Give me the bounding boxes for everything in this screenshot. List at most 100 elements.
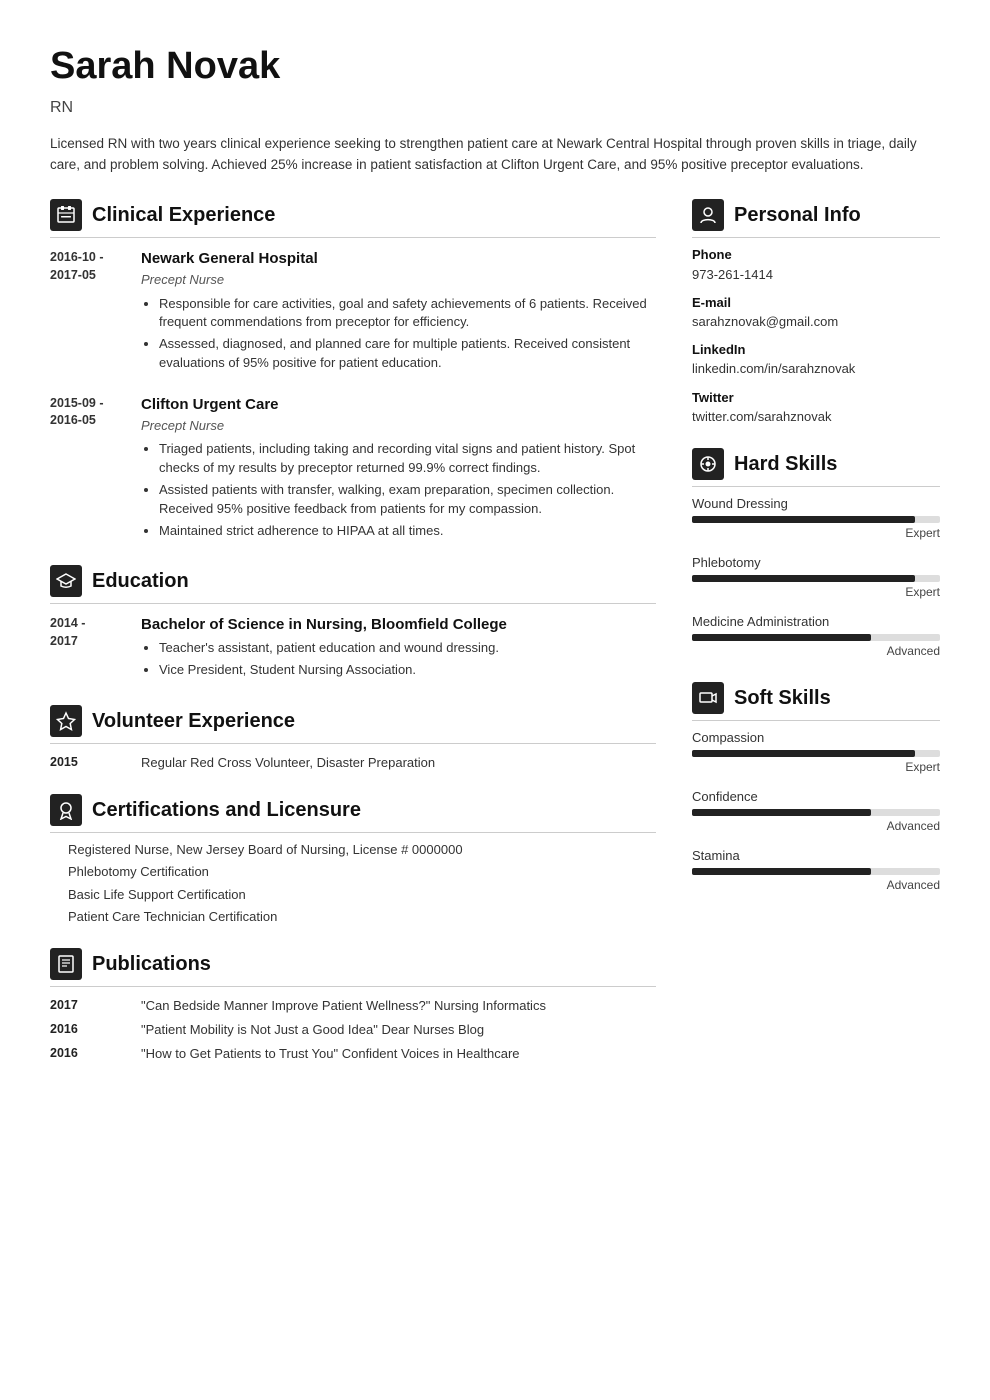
skill-stamina-bar-bg [692,868,940,875]
personal-email: E-mail sarahznovak@gmail.com [692,294,940,331]
clinical-entry-1: 2016-10 -2017-05 Newark General Hospital… [50,248,656,376]
skill-stamina: Stamina Advanced [692,847,940,894]
clinical-entry-1-content: Newark General Hospital Precept Nurse Re… [141,248,656,376]
list-item: Vice President, Student Nursing Associat… [159,661,656,680]
skill-medicine-admin-bar-bg [692,634,940,641]
certifications-header: Certifications and Licensure [50,794,656,833]
list-item: Registered Nurse, New Jersey Board of Nu… [50,841,656,859]
resume-header: Sarah Novak RN Licensed RN with two year… [50,40,940,175]
soft-skills-icon [692,682,724,714]
clinical-experience-header: Clinical Experience [50,199,656,238]
skill-wound-dressing: Wound Dressing Expert [692,495,940,542]
personal-linkedin: LinkedIn linkedin.com/in/sarahznovak [692,341,940,378]
skill-phlebotomy-bar-bg [692,575,940,582]
clinical-experience-section: Clinical Experience 2016-10 -2017-05 New… [50,199,656,543]
skill-medicine-admin-level: Advanced [692,643,940,660]
left-column: Clinical Experience 2016-10 -2017-05 New… [50,199,656,1085]
education-entry-1-title: Bachelor of Science in Nursing, Bloomfie… [141,614,656,635]
publications-title: Publications [92,950,211,978]
skill-confidence: Confidence Advanced [692,788,940,835]
skill-wound-dressing-name: Wound Dressing [692,495,940,513]
volunteer-text-1: Regular Red Cross Volunteer, Disaster Pr… [141,754,435,772]
skill-phlebotomy-name: Phlebotomy [692,554,940,572]
personal-info-section: Personal Info Phone 973-261-1414 E-mail … [692,199,940,426]
education-entry-1: 2014 -2017 Bachelor of Science in Nursin… [50,614,656,683]
soft-skills-section: Soft Skills Compassion Expert Confidence… [692,682,940,894]
list-item: Teacher's assistant, patient education a… [159,639,656,658]
publications-icon [50,948,82,980]
clinical-entry-1-bullets: Responsible for care activities, goal an… [141,295,656,373]
skill-compassion-level: Expert [692,759,940,776]
candidate-name: Sarah Novak [50,40,940,93]
skill-wound-dressing-bar-fill [692,516,915,523]
skill-stamina-level: Advanced [692,877,940,894]
skill-stamina-bar-fill [692,868,871,875]
clinical-experience-title: Clinical Experience [92,201,275,229]
linkedin-value: linkedin.com/in/sarahznovak [692,360,940,378]
personal-info-icon [692,199,724,231]
education-section: Education 2014 -2017 Bachelor of Science… [50,565,656,683]
soft-skills-header: Soft Skills [692,682,940,721]
pub-row-2: 2016 "Patient Mobility is Not Just a Goo… [50,1021,656,1039]
list-item: Patient Care Technician Certification [50,908,656,926]
hard-skills-title: Hard Skills [734,450,837,478]
twitter-value: twitter.com/sarahznovak [692,408,940,426]
clinical-entry-2: 2015-09 -2016-05 Clifton Urgent Care Pre… [50,394,656,543]
personal-info-header: Personal Info [692,199,940,238]
skill-confidence-level: Advanced [692,818,940,835]
candidate-title: RN [50,97,940,119]
skill-medicine-admin: Medicine Administration Advanced [692,613,940,660]
clinical-entry-1-date: 2016-10 -2017-05 [50,248,125,376]
skill-compassion: Compassion Expert [692,729,940,776]
hard-skills-icon [692,448,724,480]
skill-stamina-name: Stamina [692,847,940,865]
right-column: Personal Info Phone 973-261-1414 E-mail … [692,199,940,915]
list-item: Responsible for care activities, goal an… [159,295,656,333]
linkedin-label: LinkedIn [692,341,940,359]
pub-text-2: "Patient Mobility is Not Just a Good Ide… [141,1021,484,1039]
phone-value: 973-261-1414 [692,266,940,284]
list-item: Maintained strict adherence to HIPAA at … [159,522,656,541]
education-entry-1-content: Bachelor of Science in Nursing, Bloomfie… [141,614,656,683]
education-entry-1-bullets: Teacher's assistant, patient education a… [141,639,656,680]
publications-section: Publications 2017 "Can Bedside Manner Im… [50,948,656,1064]
main-layout: Clinical Experience 2016-10 -2017-05 New… [50,199,940,1085]
certifications-section: Certifications and Licensure Registered … [50,794,656,926]
volunteer-date-1: 2015 [50,754,125,772]
skill-confidence-bar-fill [692,809,871,816]
volunteer-row-1: 2015 Regular Red Cross Volunteer, Disast… [50,754,656,772]
certifications-title: Certifications and Licensure [92,796,361,824]
clinical-entry-2-content: Clifton Urgent Care Precept Nurse Triage… [141,394,656,543]
pub-year-2: 2016 [50,1021,125,1039]
education-header: Education [50,565,656,604]
skill-compassion-bar-bg [692,750,940,757]
phone-label: Phone [692,246,940,264]
clinical-icon [50,199,82,231]
skill-phlebotomy: Phlebotomy Expert [692,554,940,601]
volunteer-section: Volunteer Experience 2015 Regular Red Cr… [50,705,656,772]
list-item: Phlebotomy Certification [50,863,656,881]
volunteer-header: Volunteer Experience [50,705,656,744]
hard-skills-section: Hard Skills Wound Dressing Expert Phlebo… [692,448,940,660]
volunteer-title: Volunteer Experience [92,707,295,735]
skill-confidence-name: Confidence [692,788,940,806]
skill-phlebotomy-bar-fill [692,575,915,582]
skill-medicine-admin-bar-fill [692,634,871,641]
certifications-list: Registered Nurse, New Jersey Board of Nu… [50,841,656,926]
email-label: E-mail [692,294,940,312]
clinical-entry-2-role: Precept Nurse [141,417,656,435]
list-item: Assessed, diagnosed, and planned care fo… [159,335,656,373]
list-item: Triaged patients, including taking and r… [159,440,656,478]
clinical-entry-1-role: Precept Nurse [141,271,656,289]
personal-info-title: Personal Info [734,201,861,229]
candidate-summary: Licensed RN with two years clinical expe… [50,134,940,176]
skill-compassion-bar-fill [692,750,915,757]
soft-skills-title: Soft Skills [734,684,831,712]
skill-phlebotomy-level: Expert [692,584,940,601]
clinical-entry-2-org: Clifton Urgent Care [141,394,656,415]
hard-skills-header: Hard Skills [692,448,940,487]
pub-row-3: 2016 "How to Get Patients to Trust You" … [50,1045,656,1063]
volunteer-icon [50,705,82,737]
education-title: Education [92,567,189,595]
list-item: Basic Life Support Certification [50,886,656,904]
